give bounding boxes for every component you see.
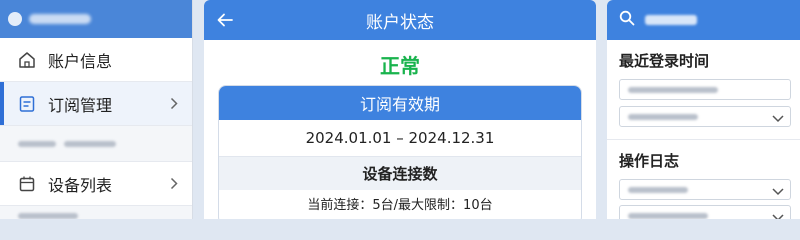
back-arrow-icon[interactable] (216, 11, 234, 34)
aux-info-panel: 最近登录时间 操作日志 (607, 0, 800, 219)
section-divider (607, 139, 800, 140)
left-sidebar: 账户信息 订阅管理 设备列表 (0, 0, 193, 219)
operation-log-select[interactable] (619, 179, 791, 200)
page-title: 账户状态 (366, 12, 434, 33)
sidebar-subitem-blurred (0, 206, 192, 219)
sidebar-item-subscription[interactable]: 订阅管理 (0, 82, 192, 126)
sidebar-item-label: 订阅管理 (48, 95, 113, 115)
subscription-header: 订阅有效期 (219, 86, 581, 120)
blurred-text (18, 212, 78, 219)
sidebar-item-account-info[interactable]: 账户信息 (0, 38, 192, 82)
panel-header: 账户状态 (204, 0, 596, 40)
blurred-text (18, 140, 56, 147)
account-status-panel: 账户状态 正常 订阅有效期 2024.01.01 – 2024.12.31 设备… (204, 0, 596, 219)
operation-log-select-2[interactable] (619, 205, 791, 219)
blurred-text (64, 140, 116, 147)
app-logo-icon (8, 12, 22, 26)
sidebar-item-label: 账户信息 (48, 51, 113, 71)
device-count-detail: 当前连接：5台/最大限制：10台 (307, 197, 493, 213)
document-icon (18, 95, 36, 113)
subscription-card: 订阅有效期 2024.01.01 – 2024.12.31 设备连接数 当前连接… (218, 85, 582, 219)
sidebar-subitem-blurred (0, 126, 192, 162)
blurred-text (628, 212, 708, 219)
subscription-range: 2024.01.01 – 2024.12.31 (305, 129, 495, 147)
search-icon (619, 10, 635, 30)
operation-log-label: 操作日志 (619, 152, 680, 170)
blurred-text (628, 86, 718, 93)
chevron-right-icon (170, 174, 178, 193)
sidebar-title-blurred (29, 14, 91, 24)
last-login-label: 最近登录时间 (619, 52, 710, 70)
chevron-down-icon (772, 107, 784, 126)
blurred-text (628, 186, 688, 193)
last-login-field[interactable] (619, 79, 791, 100)
device-count-header: 设备连接数 (219, 156, 581, 190)
sidebar-item-label: 设备列表 (48, 175, 113, 195)
chevron-down-icon (772, 206, 784, 219)
calendar-icon (18, 175, 36, 193)
panel-title-blurred (645, 15, 697, 25)
panel-header (607, 0, 800, 40)
last-login-select[interactable] (619, 106, 791, 127)
sidebar-header (0, 0, 192, 38)
account-status-value: 正常 (380, 54, 420, 78)
home-icon (18, 51, 36, 69)
chevron-right-icon (170, 94, 178, 113)
blurred-text (628, 113, 698, 120)
sidebar-item-device-list[interactable]: 设备列表 (0, 162, 192, 206)
chevron-down-icon (772, 180, 784, 199)
